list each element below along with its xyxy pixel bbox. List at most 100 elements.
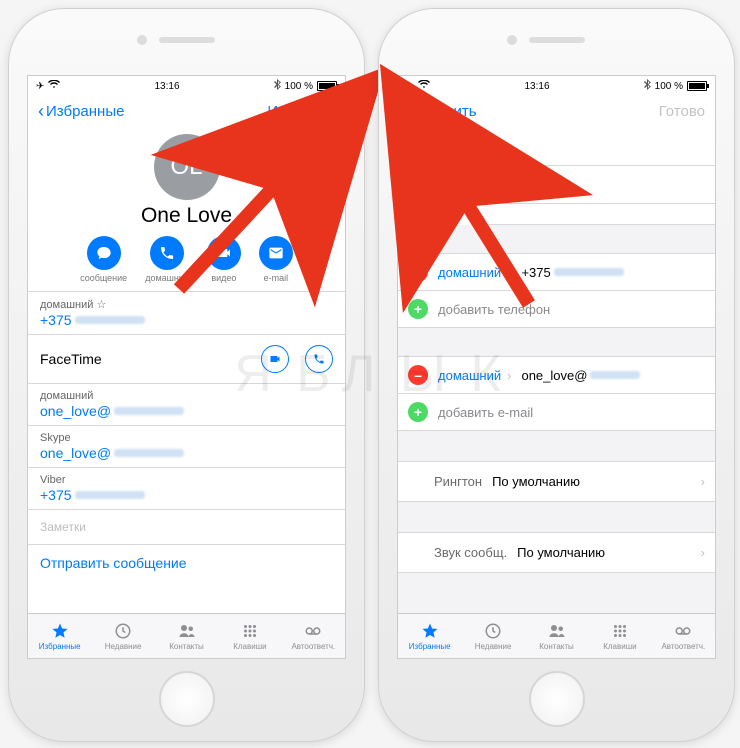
facetime-video-button[interactable]: [261, 345, 289, 373]
bluetooth-icon: [274, 79, 281, 93]
chevron-right-icon: ›: [507, 368, 511, 383]
contact-view: OL One Love сообщение домашний видео: [28, 128, 345, 614]
redacted: [114, 449, 184, 457]
status-bar: ✈ 13:16 100 %: [28, 76, 345, 94]
chevron-right-icon: ›: [507, 265, 511, 280]
battery-percent: 100 %: [655, 81, 683, 92]
tab-voicemail[interactable]: Автоответч.: [282, 614, 345, 658]
envelope-icon: [259, 236, 293, 270]
email-value[interactable]: one_love@: [521, 368, 587, 383]
facetime-label: FaceTime: [40, 351, 102, 367]
last-name-field[interactable]: Love: [474, 166, 715, 204]
action-label: домашний: [145, 273, 189, 283]
redacted: [114, 407, 184, 415]
phone-tag[interactable]: домашний: [438, 265, 501, 280]
notes-row[interactable]: Заметки: [28, 509, 345, 544]
call-action[interactable]: домашний: [145, 236, 189, 283]
field-value: +375: [40, 312, 72, 328]
tab-contacts[interactable]: Контакты: [525, 614, 588, 658]
home-button[interactable]: [159, 671, 215, 727]
tab-contacts[interactable]: Контакты: [155, 614, 218, 658]
skype-row[interactable]: Skype one_love@: [28, 425, 345, 467]
field-label: домашний: [40, 390, 333, 402]
cancel-button[interactable]: Отменить: [408, 103, 477, 120]
text-tone-row[interactable]: Звук сообщ. По умолчанию ›: [398, 532, 715, 573]
video-icon: [207, 236, 241, 270]
redacted: [554, 268, 624, 276]
tab-bar: Избранные Недавние Контакты Клавиши Авто…: [28, 613, 345, 658]
home-button[interactable]: [529, 671, 585, 727]
tab-favorites[interactable]: Избранные: [398, 614, 461, 658]
redacted: [75, 316, 145, 324]
first-name-field[interactable]: One: [474, 128, 715, 166]
tab-keypad[interactable]: Клавиши: [588, 614, 651, 658]
battery-icon: [687, 81, 707, 91]
tab-favorites[interactable]: Избранные: [28, 614, 91, 658]
remove-icon[interactable]: –: [408, 365, 428, 385]
nav-bar: ‹ Избранные Изменить: [28, 94, 345, 129]
email-action[interactable]: e-mail: [259, 236, 293, 283]
add-photo-button[interactable]: фото: [408, 138, 464, 194]
speaker-slot: [159, 37, 215, 43]
contact-name: One Love: [28, 204, 345, 228]
edit-button[interactable]: Изменить: [267, 103, 335, 120]
tab-keypad[interactable]: Клавиши: [218, 614, 281, 658]
ringtone-row[interactable]: Рингтон По умолчанию ›: [398, 461, 715, 502]
action-row: сообщение домашний видео e-mail: [28, 236, 345, 283]
viber-row[interactable]: Viber +375: [28, 467, 345, 509]
add-phone-row[interactable]: + добавить телефон: [398, 291, 715, 328]
add-icon: +: [408, 299, 428, 319]
phone-mockup-left: ✈ 13:16 100 % ‹ Избранные Изменить O: [8, 8, 365, 742]
message-action[interactable]: сообщение: [80, 236, 127, 283]
text-tone-label: Звук сообщ.: [434, 545, 507, 560]
field-label: Viber: [40, 474, 333, 486]
add-phone-label: добавить телефон: [438, 302, 550, 317]
speaker-slot: [529, 37, 585, 43]
field-value: one_love@: [40, 403, 111, 419]
add-icon: +: [408, 402, 428, 422]
field-label: Skype: [40, 432, 333, 444]
camera-dot: [137, 35, 147, 45]
redacted: [590, 371, 640, 379]
tab-bar: Избранные Недавние Контакты Клавиши Авто…: [398, 613, 715, 658]
email-row[interactable]: домашний one_love@: [28, 383, 345, 425]
wifi-icon: [418, 80, 430, 92]
email-edit-row[interactable]: – домашний › one_love@: [398, 356, 715, 394]
action-label: сообщение: [80, 273, 127, 283]
tab-voicemail[interactable]: Автоответч.: [652, 614, 715, 658]
action-label: видео: [211, 273, 236, 283]
nav-bar: Отменить Готово: [398, 94, 715, 129]
airplane-icon: ✈: [36, 81, 44, 92]
chevron-right-icon: ›: [701, 474, 705, 489]
facetime-audio-button[interactable]: [305, 345, 333, 373]
video-action[interactable]: видео: [207, 236, 241, 283]
ringtone-label: Рингтон: [434, 474, 482, 489]
status-time: 13:16: [525, 81, 550, 92]
add-email-row[interactable]: + добавить e-mail: [398, 394, 715, 431]
company-field[interactable]: [474, 204, 715, 225]
done-button[interactable]: Готово: [659, 103, 705, 120]
message-icon: [87, 236, 121, 270]
ringtone-value: По умолчанию: [492, 474, 701, 489]
field-label: домашний ☆: [40, 298, 333, 311]
battery-percent: 100 %: [285, 81, 313, 92]
phone-edit-row[interactable]: – домашний › +375: [398, 253, 715, 291]
bluetooth-icon: [644, 79, 651, 93]
status-time: 13:16: [155, 81, 180, 92]
send-message-row[interactable]: Отправить сообщение: [28, 544, 345, 581]
tab-recents[interactable]: Недавние: [91, 614, 154, 658]
phone-value[interactable]: +375: [521, 265, 550, 280]
phone-row[interactable]: домашний ☆ +375: [28, 291, 345, 334]
contact-edit-view: фото One Love – домашний › +375 + добави…: [398, 128, 715, 614]
screen-left: ✈ 13:16 100 % ‹ Избранные Изменить O: [27, 75, 346, 659]
back-label: Избранные: [46, 103, 124, 120]
phone-mockup-right: ✈ 13:16 100 % Отменить Готово фото One L…: [378, 8, 735, 742]
email-tag[interactable]: домашний: [438, 368, 501, 383]
chevron-right-icon: ›: [701, 545, 705, 560]
add-email-label: добавить e-mail: [438, 405, 533, 420]
tab-recents[interactable]: Недавние: [461, 614, 524, 658]
name-photo-block: фото One Love: [398, 128, 715, 225]
back-button[interactable]: ‹ Избранные: [38, 103, 124, 120]
remove-icon[interactable]: –: [408, 262, 428, 282]
redacted: [75, 491, 145, 499]
